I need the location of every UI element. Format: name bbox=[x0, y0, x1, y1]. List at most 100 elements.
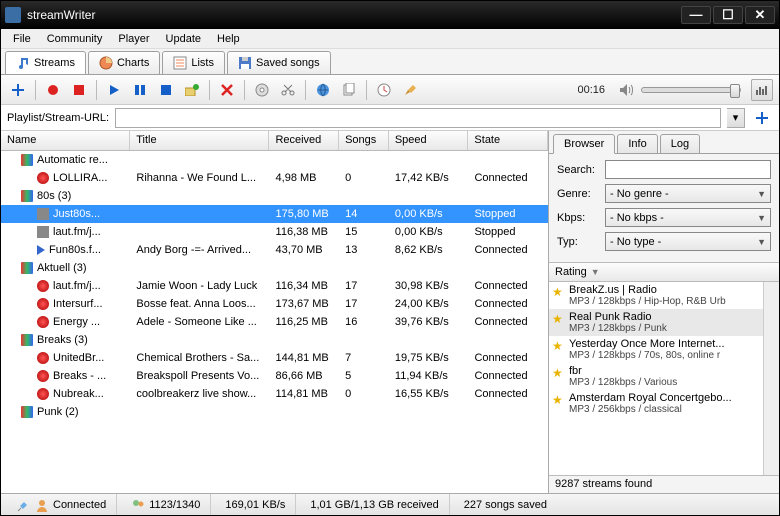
table-row[interactable]: Breaks (3) bbox=[1, 331, 548, 349]
list-item[interactable]: ★Real Punk RadioMP3 / 128kbps / Punk bbox=[549, 309, 763, 336]
chevron-down-icon: ▼ bbox=[757, 237, 766, 247]
scrollbar[interactable] bbox=[763, 282, 779, 475]
table-row[interactable]: Breaks - ...Breakspoll Presents Vo...86,… bbox=[1, 367, 548, 385]
search-input[interactable] bbox=[605, 160, 771, 179]
cell-name: laut.fm/j... bbox=[1, 225, 130, 239]
table-body[interactable]: Automatic re...LOLLIRA...Rihanna - We Fo… bbox=[1, 151, 548, 493]
table-row[interactable]: Aktuell (3) bbox=[1, 259, 548, 277]
tab-saved-songs[interactable]: Saved songs bbox=[227, 51, 331, 74]
tab-streams[interactable]: Streams bbox=[5, 51, 86, 74]
playback-time: 00:16 bbox=[577, 84, 605, 96]
status-speed: 169,01 KB/s bbox=[215, 494, 296, 515]
titlebar[interactable]: streamWriter — ☐ ✕ bbox=[1, 1, 779, 29]
disc-button[interactable] bbox=[251, 79, 273, 101]
cell-speed bbox=[389, 411, 469, 413]
col-received[interactable]: Received bbox=[269, 131, 339, 150]
tab-charts[interactable]: Charts bbox=[88, 51, 160, 74]
col-title[interactable]: Title bbox=[130, 131, 269, 150]
typ-select[interactable]: - No type -▼ bbox=[605, 232, 771, 251]
stop-record-button[interactable] bbox=[68, 79, 90, 101]
separator bbox=[96, 80, 97, 100]
list-item[interactable]: ★fbrMP3 / 128kbps / Various bbox=[549, 363, 763, 390]
cut-button[interactable] bbox=[277, 79, 299, 101]
browser-list-header[interactable]: Rating▼ bbox=[549, 262, 779, 282]
menu-community[interactable]: Community bbox=[39, 31, 111, 47]
genre-select[interactable]: - No genre -▼ bbox=[605, 184, 771, 203]
browser-form: Search: Genre:- No genre -▼ Kbps:- No kb… bbox=[549, 153, 779, 262]
browser-list[interactable]: ★BreakZ.us | RadioMP3 / 128kbps / Hip-Ho… bbox=[549, 282, 763, 475]
pause-button[interactable] bbox=[129, 79, 151, 101]
browser-tab-browser[interactable]: Browser bbox=[553, 134, 615, 154]
menu-update[interactable]: Update bbox=[158, 31, 209, 47]
maximize-button[interactable]: ☐ bbox=[713, 6, 743, 24]
volume-slider[interactable] bbox=[641, 87, 741, 93]
separator bbox=[35, 80, 36, 100]
stop-icon bbox=[37, 226, 49, 238]
copy-button[interactable] bbox=[338, 79, 360, 101]
col-songs[interactable]: Songs bbox=[339, 131, 389, 150]
tab-lists[interactable]: Lists bbox=[162, 51, 225, 74]
cell-speed: 30,98 KB/s bbox=[389, 279, 469, 293]
cell-speed: 0,00 KB/s bbox=[389, 225, 469, 239]
item-desc: MP3 / 128kbps / Hip-Hop, R&B Urb bbox=[569, 296, 759, 307]
col-state[interactable]: State bbox=[468, 131, 548, 150]
table-row[interactable]: Intersurf...Bosse feat. Anna Loos...173,… bbox=[1, 295, 548, 313]
col-speed[interactable]: Speed bbox=[389, 131, 469, 150]
table-row[interactable]: UnitedBr...Chemical Brothers - Sa...144,… bbox=[1, 349, 548, 367]
play-button[interactable] bbox=[103, 79, 125, 101]
list-item[interactable]: ★Yesterday Once More Internet...MP3 / 12… bbox=[549, 336, 763, 363]
volume-icon[interactable] bbox=[615, 79, 637, 101]
table-row[interactable]: Nubreak...coolbreakerz live show...114,8… bbox=[1, 385, 548, 403]
list-item[interactable]: ★Amsterdam Royal Concertgebo...MP3 / 256… bbox=[549, 390, 763, 417]
users-icon bbox=[131, 498, 145, 512]
list-item[interactable]: ★BreakZ.us | RadioMP3 / 128kbps / Hip-Ho… bbox=[549, 282, 763, 309]
minimize-button[interactable]: — bbox=[681, 6, 711, 24]
cell-songs bbox=[339, 159, 389, 161]
group-icon bbox=[21, 154, 33, 166]
menu-file[interactable]: File bbox=[5, 31, 39, 47]
item-name: BreakZ.us | Radio bbox=[569, 284, 759, 296]
broom-button[interactable] bbox=[399, 79, 421, 101]
menu-player[interactable]: Player bbox=[110, 31, 157, 47]
table-row[interactable]: Punk (2) bbox=[1, 403, 548, 421]
cell-speed: 0,00 KB/s bbox=[389, 207, 469, 221]
table-row[interactable]: Fun80s.f...Andy Borg -=- Arrived...43,70… bbox=[1, 241, 548, 259]
volume-thumb[interactable] bbox=[730, 84, 740, 98]
cell-songs bbox=[339, 195, 389, 197]
user-icon bbox=[35, 498, 49, 512]
browser-tab-info[interactable]: Info bbox=[617, 134, 657, 154]
table-row[interactable]: Just80s...175,80 MB140,00 KB/sStopped bbox=[1, 205, 548, 223]
browser-tab-log[interactable]: Log bbox=[660, 134, 700, 154]
table-row[interactable]: LOLLIRA...Rihanna - We Found L...4,98 MB… bbox=[1, 169, 548, 187]
stop-button[interactable] bbox=[155, 79, 177, 101]
close-button[interactable]: ✕ bbox=[745, 6, 775, 24]
add-button[interactable] bbox=[7, 79, 29, 101]
typ-label: Typ: bbox=[557, 236, 599, 248]
cell-songs: 7 bbox=[339, 351, 389, 365]
cell-title: Adele - Someone Like ... bbox=[130, 315, 269, 329]
toolbar: 00:16 bbox=[1, 75, 779, 105]
kbps-select[interactable]: - No kbps -▼ bbox=[605, 208, 771, 227]
eq-button[interactable] bbox=[751, 79, 773, 101]
table-row[interactable]: 80s (3) bbox=[1, 187, 548, 205]
record-icon bbox=[37, 298, 49, 310]
clock-button[interactable] bbox=[373, 79, 395, 101]
separator bbox=[209, 80, 210, 100]
genre-label: Genre: bbox=[557, 188, 599, 200]
list-icon bbox=[173, 56, 187, 70]
delete-button[interactable] bbox=[216, 79, 238, 101]
cell-state: Connected bbox=[468, 387, 548, 401]
cell-title bbox=[130, 213, 269, 215]
web-button[interactable] bbox=[312, 79, 334, 101]
col-name[interactable]: Name bbox=[1, 131, 130, 150]
url-add-button[interactable] bbox=[751, 107, 773, 129]
table-row[interactable]: laut.fm/j...Jamie Woon - Lady Luck116,34… bbox=[1, 277, 548, 295]
url-dropdown[interactable]: ▾ bbox=[727, 108, 745, 128]
table-row[interactable]: laut.fm/j...116,38 MB150,00 KB/sStopped bbox=[1, 223, 548, 241]
url-input[interactable] bbox=[115, 108, 721, 128]
table-row[interactable]: Energy ...Adele - Someone Like ...116,25… bbox=[1, 313, 548, 331]
menu-help[interactable]: Help bbox=[209, 31, 248, 47]
record-button[interactable] bbox=[42, 79, 64, 101]
new-group-button[interactable] bbox=[181, 79, 203, 101]
table-row[interactable]: Automatic re... bbox=[1, 151, 548, 169]
